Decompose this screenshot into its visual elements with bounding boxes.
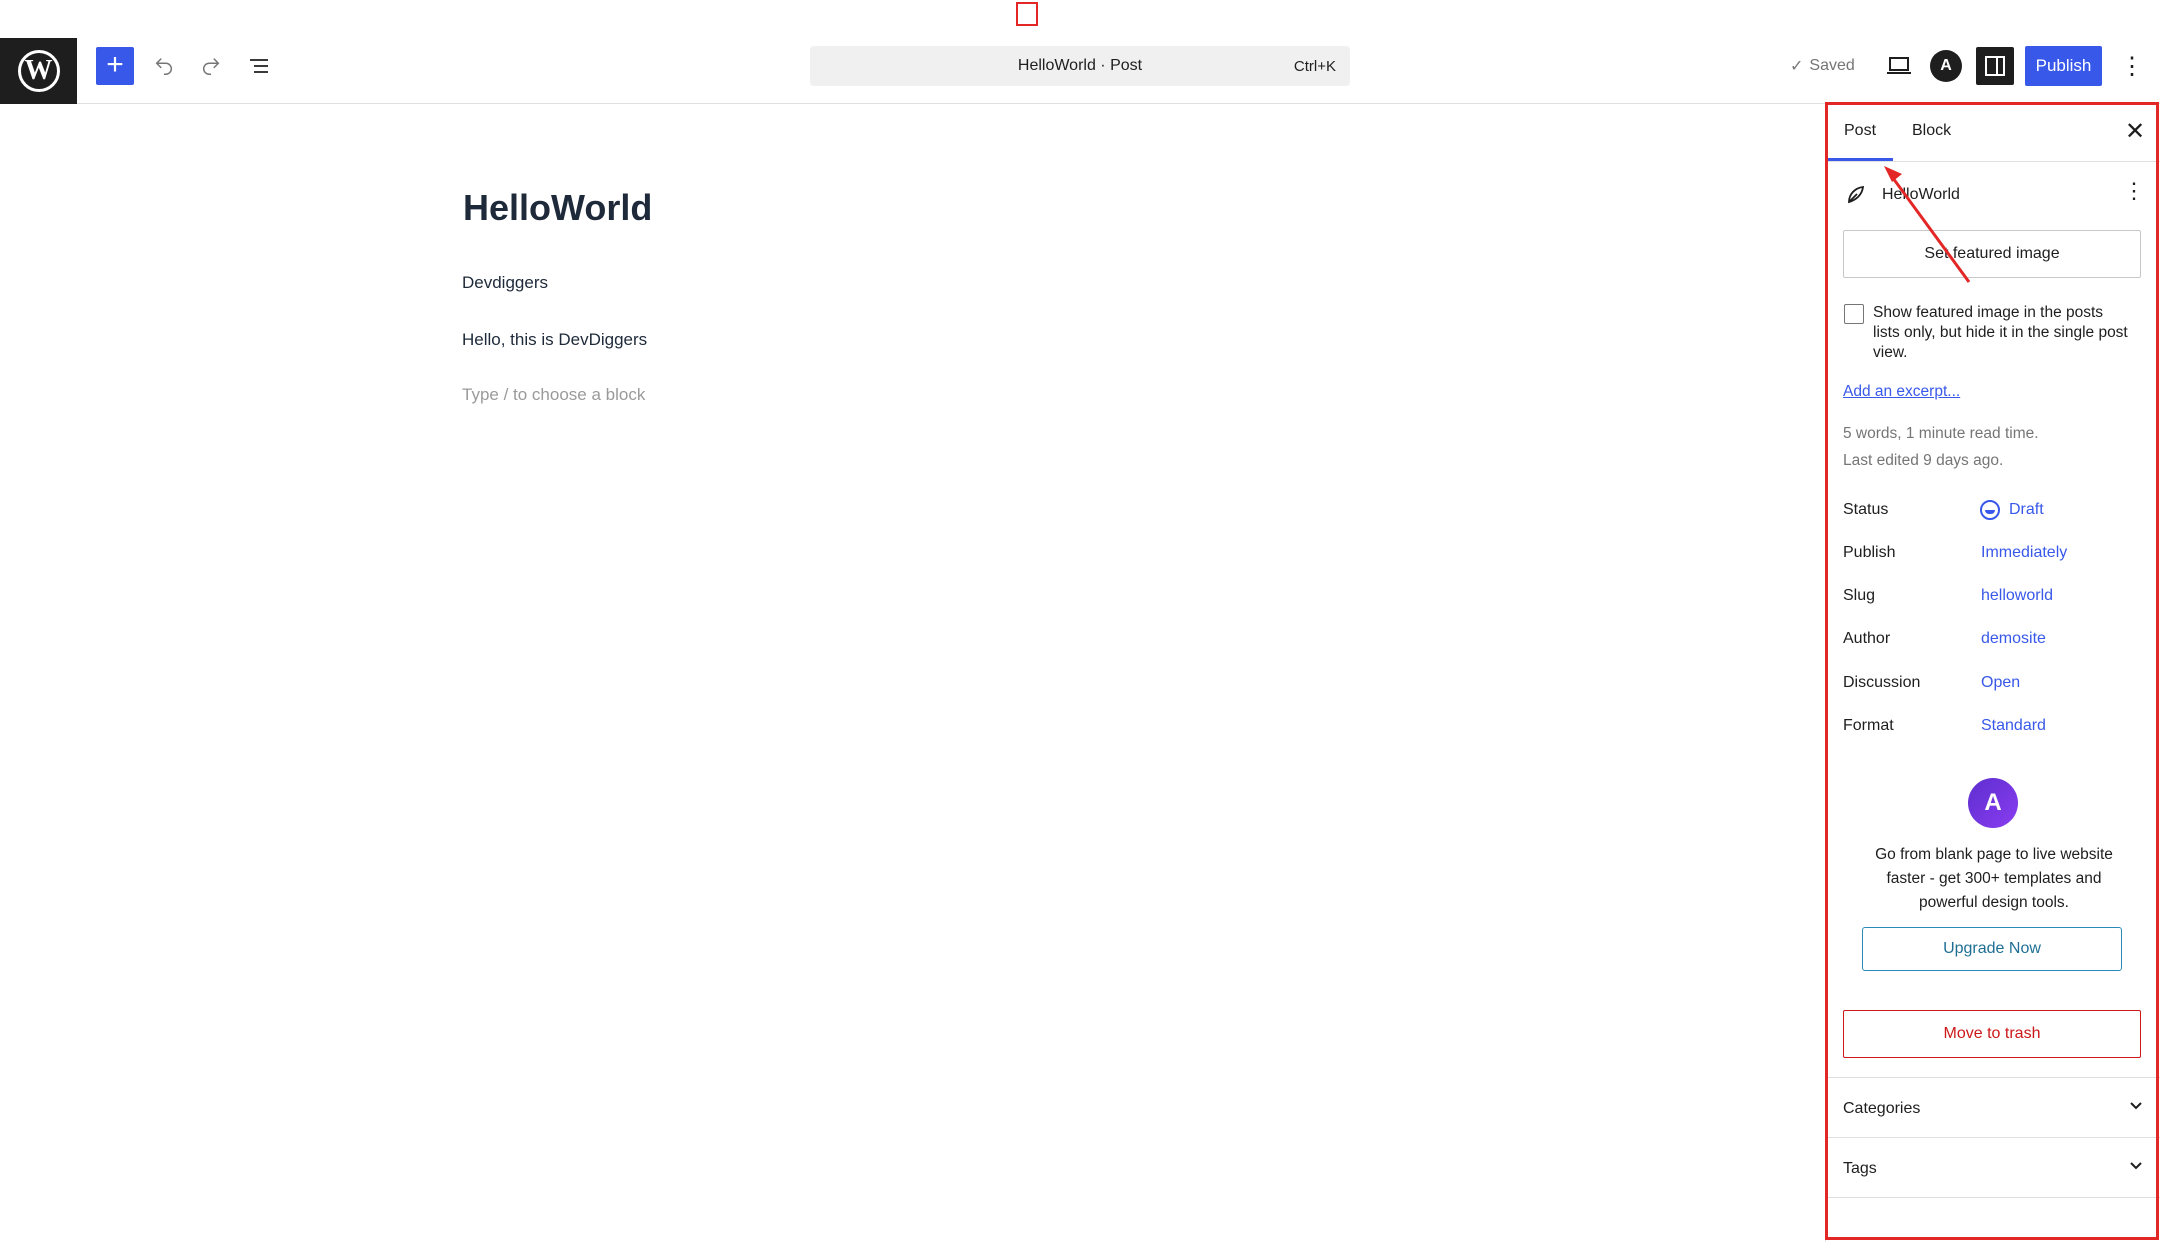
tags-panel-toggle[interactable]: Tags xyxy=(1826,1137,2160,1197)
draft-status-icon xyxy=(1980,500,2000,520)
word-count: 5 words, 1 minute read time. xyxy=(1843,425,2039,442)
options-more-icon[interactable]: ⋮ xyxy=(2118,47,2146,85)
publish-button[interactable]: Publish xyxy=(2025,46,2102,86)
editor-header: W + HelloWorld · Post Ctrl+K ✓ Saved A P… xyxy=(0,0,2160,104)
saved-label: Saved xyxy=(1809,57,1855,74)
settings-sidebar: Post Block ✕ HelloWorld ⋮ Set featured i… xyxy=(1825,104,2160,1242)
redo-icon[interactable] xyxy=(192,47,230,85)
paragraph-block[interactable]: Hello, this is DevDiggers xyxy=(462,330,647,350)
status-value[interactable]: Draft xyxy=(2009,501,2044,519)
hide-featured-image-checkbox[interactable] xyxy=(1844,304,1864,324)
post-name: HelloWorld xyxy=(1882,186,1960,203)
slug-label: Slug xyxy=(1843,587,1876,604)
sidebar-tabs: Post Block ✕ xyxy=(1826,104,2160,162)
astra-settings-icon[interactable]: A xyxy=(1930,50,1962,82)
tags-label: Tags xyxy=(1843,1160,1877,1177)
publish-value[interactable]: Immediately xyxy=(1981,544,2067,562)
publish-label: Publish xyxy=(1843,544,1896,561)
document-title: HelloWorld · Post xyxy=(1017,57,1143,74)
settings-sidebar-toggle[interactable] xyxy=(1976,47,2014,85)
set-featured-image-button[interactable]: Set featured image xyxy=(1843,230,2141,278)
add-excerpt-link[interactable]: Add an excerpt... xyxy=(1843,383,1960,401)
post-title[interactable]: HelloWorld xyxy=(463,187,652,229)
chevron-down-icon xyxy=(2127,1096,2145,1119)
panel-divider xyxy=(1826,1197,2160,1198)
checkbox-label: Show featured image in the posts lists o… xyxy=(1873,304,2128,361)
astra-logo: A xyxy=(1968,778,2018,828)
preview-device-icon[interactable] xyxy=(1880,47,1918,85)
command-palette-button[interactable]: HelloWorld · Post Ctrl+K xyxy=(810,46,1350,86)
categories-panel-toggle[interactable]: Categories xyxy=(1826,1077,2160,1137)
promo-text: Go from blank page to live website faste… xyxy=(1875,846,2113,911)
format-value[interactable]: Standard xyxy=(1981,717,2046,735)
feather-icon xyxy=(1844,182,1868,206)
tab-block[interactable]: Block xyxy=(1912,122,1951,140)
check-icon: ✓ xyxy=(1790,58,1804,75)
discussion-label: Discussion xyxy=(1843,674,1921,691)
wordpress-logo[interactable]: W xyxy=(0,38,77,104)
close-icon[interactable]: ✕ xyxy=(2121,118,2149,146)
last-edited: Last edited 9 days ago. xyxy=(1843,452,2004,469)
tab-post[interactable]: Post xyxy=(1844,122,1876,140)
move-to-trash-button[interactable]: Move to trash xyxy=(1843,1010,2141,1058)
categories-label: Categories xyxy=(1843,1100,1921,1117)
block-placeholder[interactable]: Type / to choose a block xyxy=(462,385,645,405)
status-label: Status xyxy=(1843,501,1889,518)
slug-value[interactable]: helloworld xyxy=(1981,587,2053,605)
annotation-square xyxy=(1016,2,1038,26)
post-actions-more-icon[interactable]: ⋮ xyxy=(2123,178,2145,204)
format-label: Format xyxy=(1843,717,1894,734)
discussion-value[interactable]: Open xyxy=(1981,674,2020,692)
saved-status: ✓ Saved xyxy=(1790,56,1855,76)
document-overview-icon[interactable] xyxy=(240,47,278,85)
shortcut-hint: Ctrl+K xyxy=(1293,58,1336,75)
active-tab-indicator xyxy=(1828,158,1893,161)
author-label: Author xyxy=(1843,630,1891,647)
upgrade-now-button[interactable]: Upgrade Now xyxy=(1862,927,2122,971)
add-block-button[interactable]: + xyxy=(96,47,134,85)
editor-canvas[interactable]: HelloWorld Devdiggers Hello, this is Dev… xyxy=(0,105,1824,1242)
wordpress-icon: W xyxy=(17,50,60,92)
author-value[interactable]: demosite xyxy=(1981,630,2046,648)
undo-icon[interactable] xyxy=(145,47,183,85)
post-summary-row: HelloWorld ⋮ xyxy=(1826,174,2160,214)
chevron-down-icon xyxy=(2127,1156,2145,1179)
paragraph-block[interactable]: Devdiggers xyxy=(462,273,548,293)
